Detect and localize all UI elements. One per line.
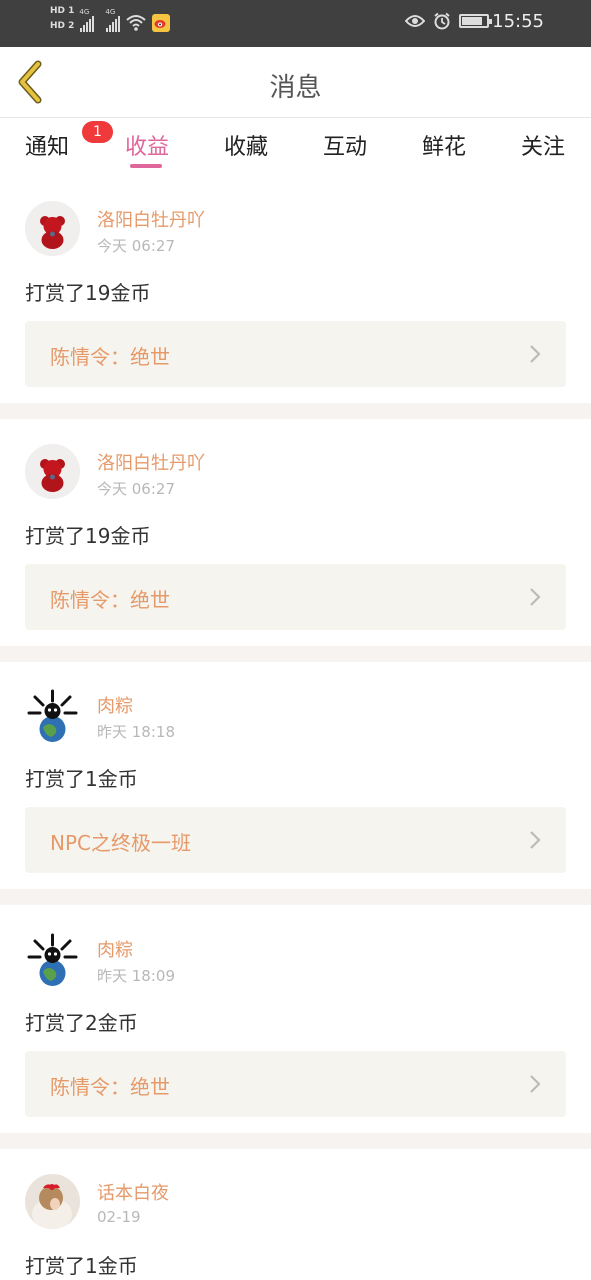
username[interactable]: 肉粽 <box>97 936 133 962</box>
timestamp: 昨天 18:18 <box>97 723 175 741</box>
tab-label: 收益 <box>124 135 169 160</box>
username[interactable]: 洛阳白牡丹吖 <box>97 206 205 232</box>
username[interactable]: 肉粽 <box>97 692 133 718</box>
tab-notifications[interactable]: 通知 1 <box>17 121 113 161</box>
signal1-icon: 4G <box>79 8 95 32</box>
avatar[interactable] <box>25 444 80 499</box>
work-card[interactable]: 陈情令：绝世 <box>25 321 566 387</box>
chevron-right-icon <box>530 831 541 849</box>
weibo-icon <box>152 14 171 32</box>
message-item: 话本白夜 02-19 打赏了1金币 <box>0 1174 591 1280</box>
avatar[interactable] <box>25 931 80 986</box>
work-title: NPC之终极一班 <box>50 831 191 855</box>
reward-text: 打赏了1金币 <box>25 1254 138 1278</box>
tab-earnings[interactable]: 收益 <box>117 129 177 161</box>
timestamp: 今天 06:27 <box>97 480 175 498</box>
timestamp: 昨天 18:09 <box>97 967 175 985</box>
divider <box>0 646 591 662</box>
work-title: 陈情令：绝世 <box>50 1075 170 1099</box>
reward-text: 打赏了2金币 <box>25 1011 138 1035</box>
wifi-icon <box>126 15 147 31</box>
signal2-icon: 4G <box>105 8 121 32</box>
active-tab-indicator <box>130 164 162 168</box>
avatar[interactable] <box>25 201 80 256</box>
status-bar: HD 1 HD 2 4G 4G 15:55 <box>0 0 591 47</box>
work-card[interactable]: 陈情令：绝世 <box>25 564 566 630</box>
chevron-right-icon <box>530 345 541 363</box>
tab-label: 互动 <box>322 135 367 160</box>
reward-text: 打赏了19金币 <box>25 524 151 548</box>
reward-text: 打赏了1金币 <box>25 767 138 791</box>
battery-icon <box>459 14 492 28</box>
username[interactable]: 洛阳白牡丹吖 <box>97 449 205 475</box>
work-title: 陈情令：绝世 <box>50 345 170 369</box>
username[interactable]: 话本白夜 <box>97 1179 169 1205</box>
teddy-bear-icon <box>25 444 80 499</box>
app-header: 消息 <box>0 47 591 118</box>
avatar[interactable] <box>25 1174 80 1229</box>
message-item: 肉粽 昨天 18:18 打赏了1金币 NPC之终极一班 <box>0 687 591 887</box>
timestamp: 02-19 <box>97 1208 141 1226</box>
girl-icon <box>25 1174 80 1229</box>
hd2-indicator: HD 2 <box>50 21 75 31</box>
teddy-bear-icon <box>25 201 80 256</box>
page-title: 消息 <box>269 73 322 103</box>
clock: 15:55 <box>492 11 544 32</box>
message-item: 洛阳白牡丹吖 今天 06:27 打赏了19金币 陈情令：绝世 <box>0 201 591 401</box>
message-item: 洛阳白牡丹吖 今天 06:27 打赏了19金币 陈情令：绝世 <box>0 444 591 644</box>
tab-label: 收藏 <box>223 135 268 160</box>
chevron-right-icon <box>530 1075 541 1093</box>
globe-icon <box>25 687 80 742</box>
avatar[interactable] <box>25 687 80 742</box>
message-item: 肉粽 昨天 18:09 打赏了2金币 陈情令：绝世 <box>0 931 591 1131</box>
work-title: 陈情令：绝世 <box>50 588 170 612</box>
divider <box>0 889 591 905</box>
divider <box>0 403 591 419</box>
globe-icon <box>25 931 80 986</box>
tab-follows[interactable]: 关注 <box>513 129 573 161</box>
tab-interactions[interactable]: 互动 <box>315 129 375 161</box>
tab-label: 鲜花 <box>421 135 466 160</box>
work-card[interactable]: 陈情令：绝世 <box>25 1051 566 1117</box>
notification-badge: 1 <box>82 121 113 143</box>
tab-favorites[interactable]: 收藏 <box>216 129 276 161</box>
divider <box>0 1133 591 1149</box>
alarm-icon <box>434 12 450 30</box>
chevron-right-icon <box>530 588 541 606</box>
work-card[interactable]: NPC之终极一班 <box>25 807 566 873</box>
tab-label: 关注 <box>520 135 565 160</box>
eye-icon <box>405 15 425 27</box>
hd1-indicator: HD 1 <box>50 6 75 16</box>
tab-flowers[interactable]: 鲜花 <box>414 129 474 161</box>
tab-label: 通知 <box>24 135 69 160</box>
tab-bar: 通知 1 收益 收藏 互动 鲜花 关注 <box>0 119 591 179</box>
timestamp: 今天 06:27 <box>97 237 175 255</box>
reward-text: 打赏了19金币 <box>25 281 151 305</box>
